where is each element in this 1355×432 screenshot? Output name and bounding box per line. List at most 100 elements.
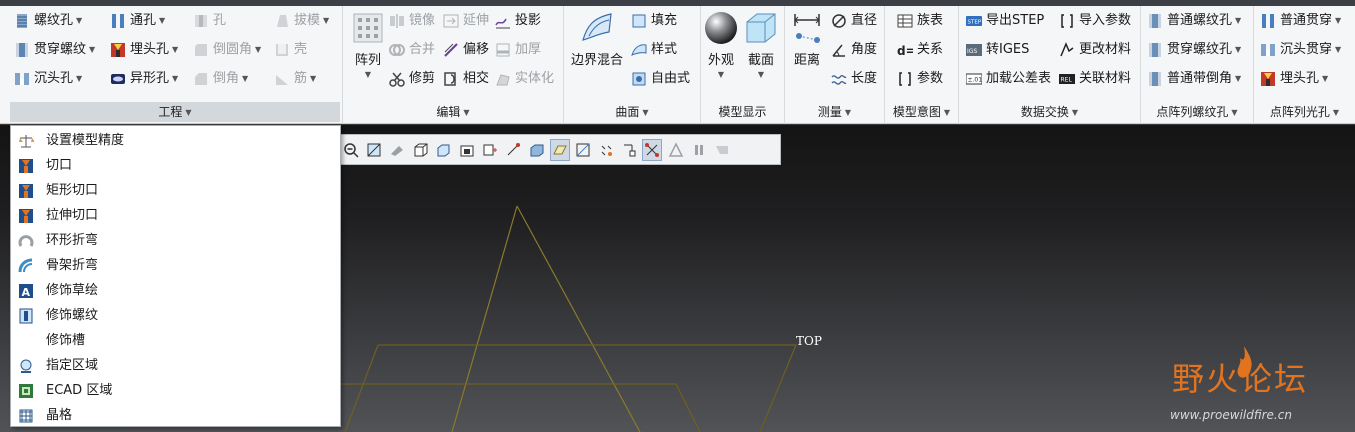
offset-icon — [443, 42, 459, 58]
chamfer-button[interactable]: 倒角 ▼ — [193, 68, 248, 90]
distance-button[interactable]: 距离 — [783, 10, 831, 70]
zoom-out-button[interactable] — [341, 139, 361, 161]
repaint-button[interactable] — [387, 139, 407, 161]
refit-button[interactable] — [364, 139, 384, 161]
svg-text:A: A — [22, 286, 31, 299]
import-parameters-button[interactable]: 导入参数 — [1059, 10, 1131, 32]
freestyle-button[interactable]: 自由式 — [631, 68, 690, 90]
thread-hole-button[interactable]: 螺纹孔 ▼ — [14, 10, 82, 32]
saved-orientations-button[interactable] — [434, 139, 454, 161]
export-step-button[interactable]: STEP 导出STEP — [966, 10, 1044, 32]
family-table-button[interactable]: 族表 — [897, 10, 943, 32]
countersink-hole-array-button[interactable]: 埋头孔 ▼ — [1260, 68, 1328, 90]
datum-plane-edge — [340, 383, 701, 432]
convert-iges-button[interactable]: IGS 转IGES — [966, 39, 1029, 61]
menu-item-lattice[interactable]: 晶格 — [11, 403, 340, 428]
fill-button[interactable]: 填充 — [631, 10, 677, 32]
display-style-button[interactable] — [411, 139, 431, 161]
shell-button[interactable]: 壳 — [274, 39, 307, 61]
draft-button[interactable]: 拔模 ▼ — [274, 10, 329, 32]
solidify-icon — [495, 71, 511, 87]
parameters-button[interactable]: 参数 — [897, 68, 943, 90]
menu-item-ecad-area[interactable]: ECAD 区域 — [11, 378, 340, 403]
menu-item-rect-cut[interactable]: 矩形切口 — [11, 178, 340, 203]
engineering-group-label[interactable]: 工程 ▼ — [10, 102, 340, 122]
array-button[interactable]: 阵列 ▼ — [343, 10, 393, 80]
hole-icon — [193, 13, 209, 29]
ribbon-group-point-array-thread: 普通螺纹孔 ▼ 贯穿螺纹孔 ▼ 普通带倒角 ▼ 点阵列螺纹孔 ▼ — [1141, 6, 1254, 124]
spin-center-button[interactable] — [642, 138, 663, 161]
menu-item-cosmetic-groove[interactable]: 修饰槽 — [11, 328, 340, 353]
cosmetic-thread-icon — [18, 308, 34, 324]
style-button[interactable]: 样式 — [631, 39, 677, 61]
datum-axis-button[interactable] — [503, 139, 523, 161]
countersink-hole-button[interactable]: 埋头孔 ▼ — [110, 39, 178, 61]
angle-button[interactable]: 角度 — [831, 39, 877, 61]
model-intent-group-label[interactable]: 模型意图 ▼ — [885, 102, 958, 122]
menu-item-cut[interactable]: 切口 — [11, 153, 340, 178]
axis-display-button[interactable] — [573, 139, 593, 161]
change-material-button[interactable]: 更改材料 — [1059, 39, 1131, 61]
offset-button[interactable]: 偏移 — [443, 39, 489, 61]
scale-icon — [18, 133, 34, 149]
point-display-button[interactable] — [596, 139, 616, 161]
measure-group-label[interactable]: 测量 ▼ — [785, 102, 884, 122]
thicken-button[interactable]: 加厚 — [495, 39, 541, 61]
normal-thread-hole-button[interactable]: 普通螺纹孔 ▼ — [1147, 10, 1241, 32]
normal-through-icon — [1260, 13, 1276, 29]
surface-group-label[interactable]: 曲面 ▼ — [564, 102, 700, 122]
through-thread-button[interactable]: 贯穿螺纹 ▼ — [14, 39, 95, 61]
trim-button[interactable]: 修剪 — [389, 68, 435, 90]
merge-button[interactable]: 合并 — [389, 39, 435, 61]
normal-chamfer-hole-button[interactable]: 普通带倒角 ▼ — [1147, 68, 1241, 90]
shading-button[interactable] — [527, 139, 547, 161]
boundary-blend-button[interactable]: 边界混合 — [568, 10, 626, 70]
hole-button[interactable]: 孔 — [193, 10, 226, 32]
datum-display-button[interactable] — [480, 139, 500, 161]
ecad-area-icon — [18, 383, 34, 399]
menu-item-model-precision[interactable]: 设置模型精度 — [11, 128, 340, 153]
menu-item-cosmetic-sketch[interactable]: A 修饰草绘 — [11, 278, 340, 303]
csys-display-button[interactable] — [619, 139, 639, 161]
point-array-thread-group-label[interactable]: 点阵列螺纹孔 ▼ — [1141, 102, 1253, 122]
custom-hole-button[interactable]: 异形孔 ▼ — [110, 68, 178, 90]
model-display-group-label[interactable]: 模型显示 — [701, 102, 784, 122]
menu-item-cosmetic-thread[interactable]: 修饰螺纹 — [11, 303, 340, 328]
diameter-button[interactable]: 直径 — [831, 10, 877, 32]
extend-button[interactable]: 延伸 — [443, 10, 489, 32]
point-array-hole-group-label[interactable]: 点阵列光孔 ▼ — [1254, 102, 1355, 122]
merge-icon — [389, 42, 405, 58]
solidify-button[interactable]: 实体化 — [495, 68, 554, 90]
menu-item-spinal-bend[interactable]: 骨架折弯 — [11, 253, 340, 278]
fill-icon — [631, 13, 647, 29]
menu-item-toroidal-bend[interactable]: 环形折弯 — [11, 228, 340, 253]
counterbore-hole-button[interactable]: 沉头孔 ▼ — [14, 68, 82, 90]
rib-button[interactable]: 筋 ▼ — [274, 68, 316, 90]
length-button[interactable]: 长度 — [831, 68, 877, 90]
counterbore-through-button[interactable]: 沉头贯穿 ▼ — [1260, 39, 1341, 61]
load-tolerance-table-button[interactable]: ±.01 加载公差表 — [966, 68, 1051, 90]
through-thread-hole-button[interactable]: 贯穿螺纹孔 ▼ — [1147, 39, 1241, 61]
section-button[interactable]: 截面 ▼ — [738, 10, 784, 80]
project-button[interactable]: 投影 — [495, 10, 541, 32]
plane-display-button[interactable] — [549, 138, 570, 161]
flag-button[interactable] — [712, 139, 732, 161]
normal-through-button[interactable]: 普通贯穿 ▼ — [1260, 10, 1341, 32]
data-exchange-group-label[interactable]: 数据交换 ▼ — [959, 102, 1140, 122]
relations-button[interactable]: d= 关系 — [897, 39, 943, 61]
menu-item-extrude-cut[interactable]: 拉伸切口 — [11, 203, 340, 228]
annotation-display-button[interactable] — [666, 139, 686, 161]
svg-text:±.01: ±.01 — [968, 77, 983, 84]
mirror-button[interactable]: 镜像 — [389, 10, 435, 32]
view-toolbar — [337, 134, 781, 165]
link-material-button[interactable]: REL 关联材料 — [1059, 68, 1131, 90]
intersect-button[interactable]: 相交 — [443, 68, 489, 90]
relations-icon: d= — [897, 42, 913, 58]
pause-button[interactable] — [689, 139, 709, 161]
round-button[interactable]: 倒圆角 ▼ — [193, 39, 261, 61]
view-manager-button[interactable] — [457, 139, 477, 161]
edit-group-label[interactable]: 编辑 ▼ — [343, 102, 563, 122]
menu-item-designate-area[interactable]: 指定区域 — [11, 353, 340, 378]
through-hole-button[interactable]: 通孔 ▼ — [110, 10, 165, 32]
toroidal-bend-icon — [18, 233, 34, 249]
